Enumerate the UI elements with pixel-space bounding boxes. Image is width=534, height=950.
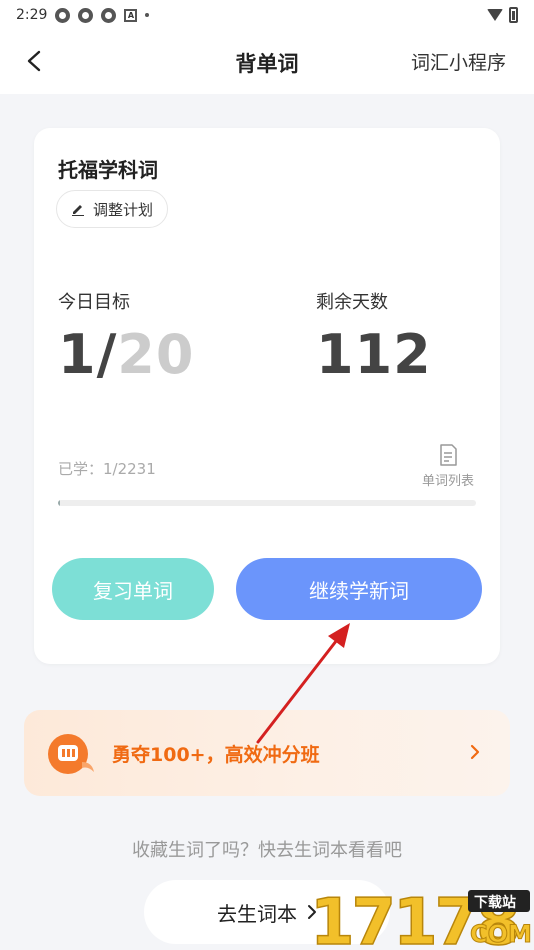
book-title: 托福学科词 <box>58 158 158 182</box>
document-icon <box>440 444 457 466</box>
watermark-domain: COM <box>470 920 532 948</box>
a-icon: A <box>124 8 138 22</box>
status-time: 2:29 <box>16 7 48 23</box>
continue-learning-button[interactable]: 继续学新词 <box>236 558 482 620</box>
learning-progress-fill <box>58 500 61 506</box>
notification-icon <box>78 7 94 23</box>
today-goal-label: 今日目标 <box>58 292 130 313</box>
pencil-icon <box>72 205 84 216</box>
vocab-book-prompt: 收藏生词了吗？快去生词本看看吧 <box>132 840 402 861</box>
review-words-button[interactable]: 复习单词 <box>52 558 214 620</box>
word-list-button[interactable]: 单词列表 <box>418 444 478 489</box>
remaining-days-value: 112 <box>316 323 432 386</box>
watermark-badge: 下载站 <box>474 894 516 911</box>
more-notifications-icon <box>145 13 150 17</box>
mini-program-link[interactable]: 词汇小程序 <box>411 48 506 75</box>
back-arrow-icon[interactable] <box>24 50 46 72</box>
study-plan-card: 托福学科词 调整计划 今日目标 1/20 剩余天数 112 已学：1/2231 … <box>34 128 500 664</box>
battery-icon <box>509 7 518 23</box>
learning-progress-bar <box>58 500 476 506</box>
promo-banner[interactable]: 勇夺100+，高效冲分班 <box>24 710 510 796</box>
today-goal-total: 20 <box>117 323 195 386</box>
notification-icon <box>101 7 117 23</box>
adjust-plan-label: 调整计划 <box>93 200 154 219</box>
today-goal-value: 1/20 <box>58 328 194 382</box>
wifi-icon <box>487 9 503 21</box>
chevron-right-icon <box>470 744 480 760</box>
promo-text: 勇夺100+，高效冲分班 <box>112 744 320 766</box>
app-header: 背单词 词汇小程序 <box>0 30 534 94</box>
adjust-plan-button[interactable]: 调整计划 <box>56 190 169 228</box>
learned-count: 已学：1/2231 <box>58 460 156 478</box>
word-list-label: 单词列表 <box>421 474 474 489</box>
remaining-days-label: 剩余天数 <box>316 292 388 313</box>
notification-icon <box>55 7 71 23</box>
status-bar: 2:29 A <box>0 0 534 30</box>
today-done: 1/ <box>58 323 118 386</box>
vocab-book-label: 去生词本 <box>217 901 297 926</box>
course-logo-icon <box>48 734 94 774</box>
site-watermark-logo: 17178 下载站 COM <box>309 885 532 950</box>
